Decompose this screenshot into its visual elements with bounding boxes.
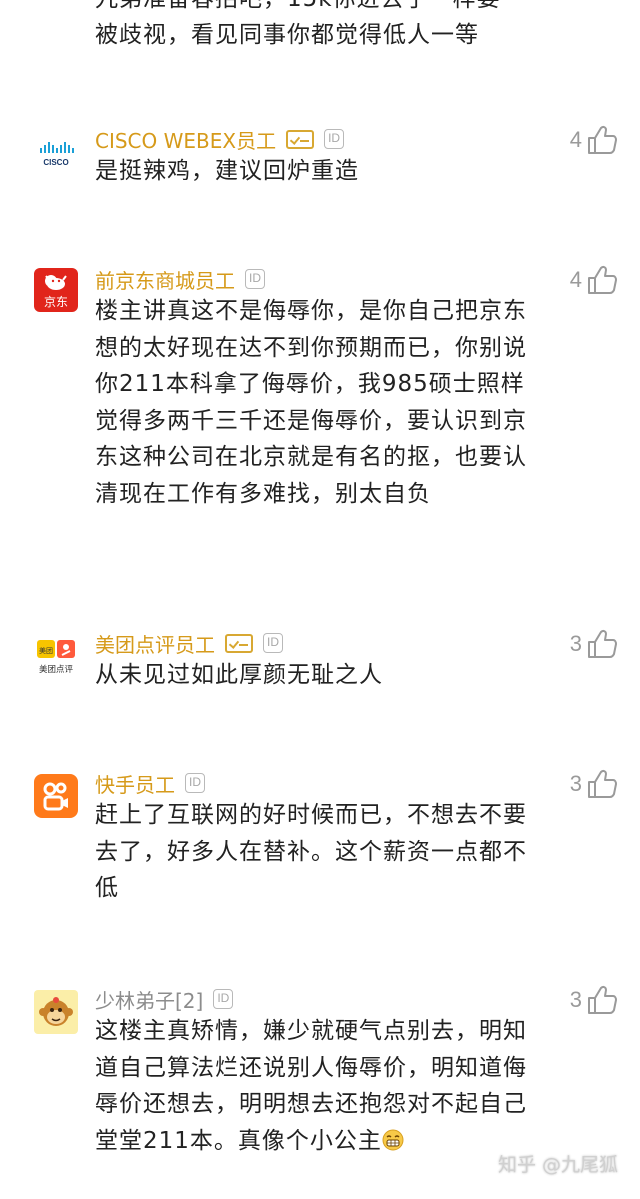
comment-text: 赶上了互联网的好时候而已，不想去不要去了，好多人在替补。这个薪资一点都不低 — [95, 802, 527, 901]
like-count: 3 — [569, 771, 582, 796]
thumbs-up-icon — [588, 769, 617, 798]
grinning-emoji-icon — [382, 1129, 404, 1150]
meituan-logo-small-text: 美团 — [39, 646, 53, 655]
meituan-logo-icon[interactable]: 美团 美团点评 — [34, 636, 78, 680]
kuaishou-logo-icon[interactable] — [34, 774, 78, 818]
id-badge: ID — [245, 269, 265, 289]
comment-header: 快手员工 ID — [95, 768, 205, 798]
monkey-avatar-icon[interactable] — [34, 990, 78, 1034]
comment-text-body: 这楼主真矫情，嫌少就硬气点别去，明知道自己算法烂还说别人侮辱价，明知道侮辱价还想… — [95, 1018, 527, 1154]
verified-badge-icon — [225, 633, 253, 653]
like-count: 3 — [569, 987, 582, 1012]
like-button[interactable]: 4 — [570, 124, 618, 156]
id-badge: ID — [213, 989, 234, 1009]
author-name[interactable]: 快手员工 — [95, 769, 175, 798]
verified-badge-icon — [286, 129, 315, 149]
cisco-logo-text: CISCO — [43, 158, 68, 167]
author-name[interactable]: 少林弟子[2] — [95, 985, 203, 1014]
cisco-logo-icon[interactable]: CISCO — [34, 130, 78, 174]
previous-comment-text: 九弟准备春招吧，15k你进去了一样要 被歧视，看见同事你都觉得低人一等 — [95, 0, 555, 53]
id-badge: ID — [185, 773, 205, 793]
comment-text: 楼主讲真这不是侮辱你，是你自己把京东想的太好现在达不到你预期而已，你别说你211… — [95, 298, 527, 507]
jd-logo-text: 京东 — [44, 295, 68, 309]
author-name[interactable]: CISCO WEBEX员工 — [95, 125, 276, 154]
like-count: 3 — [569, 631, 582, 656]
author-name[interactable]: 美团点评员工 — [95, 629, 215, 658]
comment-text: 是挺辣鸡，建议回炉重造 — [95, 158, 359, 184]
previous-comment-line: 九弟准备春招吧，15k你进去了一样要 — [95, 0, 555, 17]
id-badge: ID — [324, 129, 345, 149]
jd-logo-icon[interactable]: 京东 — [34, 268, 78, 312]
id-badge: ID — [263, 633, 283, 653]
comment-feed: 九弟准备春招吧，15k你进去了一样要 被歧视，看见同事你都觉得低人一等 CISC… — [0, 0, 640, 1199]
watermark: 知乎 @九尾狐 — [497, 1154, 618, 1176]
thumbs-up-icon — [588, 629, 617, 658]
like-count: 4 — [569, 127, 582, 152]
comment-header: 美团点评员工 ID — [95, 628, 283, 658]
comment-header: 少林弟子[2] ID — [95, 984, 234, 1014]
thumbs-up-icon — [588, 125, 617, 154]
like-button[interactable]: 3 — [570, 984, 618, 1016]
comment-text: 从未见过如此厚颜无耻之人 — [95, 662, 383, 688]
meituan-logo-text: 美团点评 — [39, 664, 74, 675]
like-count: 4 — [569, 267, 582, 292]
thumbs-up-icon — [588, 985, 617, 1014]
comment-text: 这楼主真矫情，嫌少就硬气点别去，明知道自己算法烂还说别人侮辱价，明知道侮辱价还想… — [95, 1013, 540, 1159]
comment-header: CISCO WEBEX员工 ID — [95, 124, 345, 154]
thumbs-up-icon — [588, 265, 617, 294]
comment-header: 前京东商城员工 ID — [95, 264, 265, 294]
like-button[interactable]: 3 — [570, 628, 618, 660]
like-button[interactable]: 3 — [570, 768, 618, 800]
previous-comment-line: 被歧视，看见同事你都觉得低人一等 — [95, 22, 479, 48]
author-name[interactable]: 前京东商城员工 — [95, 265, 235, 294]
like-button[interactable]: 4 — [570, 264, 618, 296]
